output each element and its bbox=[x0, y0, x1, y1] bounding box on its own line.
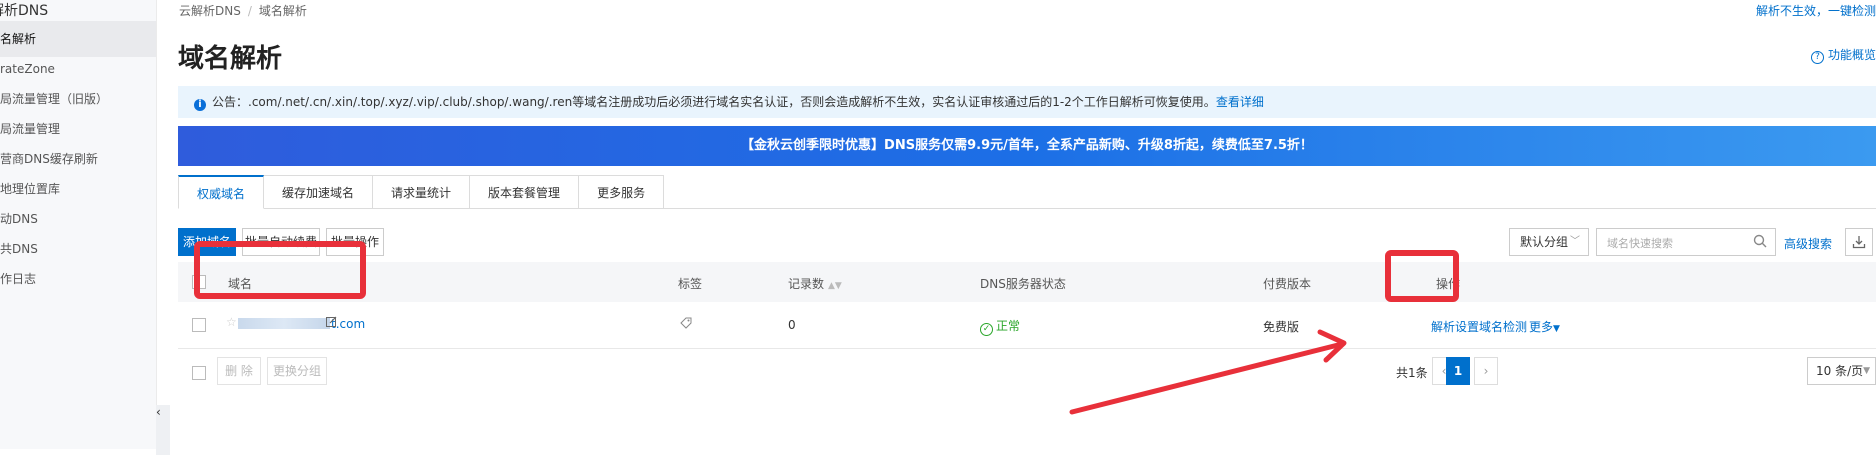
feature-overview-label: 功能概览 bbox=[1827, 48, 1876, 62]
annotation-box-resolve-settings bbox=[1385, 250, 1459, 302]
help-icon: ? bbox=[1810, 51, 1824, 64]
col-header-records[interactable]: 记录数 ▲▼ bbox=[788, 275, 842, 292]
row-checkbox[interactable] bbox=[192, 318, 206, 332]
breadcrumb: 云解析DNS / 域名解析 bbox=[179, 2, 307, 19]
domain-check-link[interactable]: 域名检测 bbox=[1479, 318, 1527, 335]
tag-icon[interactable] bbox=[680, 317, 692, 332]
info-icon: i bbox=[194, 99, 206, 111]
group-select[interactable]: 默认分组 ﹀ bbox=[1509, 228, 1589, 256]
tab-more-services[interactable]: 更多服务 bbox=[579, 175, 665, 209]
breadcrumb-current: 域名解析 bbox=[258, 4, 307, 18]
breadcrumb-separator: / bbox=[247, 4, 252, 18]
footer-select-all-checkbox[interactable] bbox=[192, 366, 206, 380]
paid-version: 免费版 bbox=[1263, 320, 1300, 334]
sidebar-item-label: 局流量管理 bbox=[0, 122, 61, 136]
domain-search-input[interactable] bbox=[1605, 230, 1749, 256]
annotation-box-domain bbox=[194, 241, 366, 299]
chevron-down-icon: ▼ bbox=[1863, 366, 1870, 376]
promo-banner[interactable]: 【金秋云创季限时优惠】DNS服务仅需9.9元/首年，全系产品新购、升级8折起，续… bbox=[178, 126, 1876, 166]
sidebar-item-label: 局流量管理（旧版） bbox=[0, 92, 109, 106]
table-header: 域名 标签 记录数 ▲▼ DNS服务器状态 付费版本 操作 bbox=[178, 262, 1876, 302]
notice-more-link[interactable]: 查看详细 bbox=[1216, 95, 1264, 109]
sidebar-item-label: 共DNS bbox=[0, 242, 38, 256]
col-header-tag: 标签 bbox=[678, 277, 703, 291]
more-actions-label: 更多 bbox=[1529, 320, 1554, 334]
sidebar-item-label: 地理位置库 bbox=[0, 182, 61, 196]
page-title: 域名解析 bbox=[178, 44, 283, 74]
resolve-check-link[interactable]: 解析不生效，一键检测 bbox=[1756, 2, 1876, 19]
sort-icon: ▲▼ bbox=[828, 281, 842, 291]
tab-cache-acceleration[interactable]: 缓存加速域名 bbox=[264, 175, 374, 209]
advanced-search-link[interactable]: 高级搜索 bbox=[1784, 235, 1832, 252]
tab-version-plan[interactable]: 版本套餐管理 bbox=[470, 175, 580, 209]
notice-bar: i 公告：.com/.net/.cn/.xin/.top/.xyz/.vip/.c… bbox=[178, 86, 1876, 118]
total-count: 共1条 bbox=[1396, 366, 1428, 380]
sidebar-item-label: rateZone bbox=[0, 62, 55, 76]
dns-status-label: 正常 bbox=[996, 319, 1021, 333]
tab-authoritative-domains[interactable]: 权威域名 bbox=[178, 175, 265, 209]
dns-status: ✓ 正常 bbox=[980, 317, 1020, 336]
sidebar-brand: 解析DNS bbox=[0, 3, 49, 19]
tab-request-stats[interactable]: 请求量统计 bbox=[373, 175, 471, 209]
sidebar-item-label: 作日志 bbox=[0, 272, 37, 286]
domain-search-box bbox=[1596, 228, 1776, 256]
star-icon[interactable]: ☆ bbox=[226, 315, 237, 329]
breadcrumb-root[interactable]: 云解析DNS bbox=[179, 4, 241, 18]
notice-text: 公告：.com/.net/.cn/.xin/.top/.xyz/.vip/.cl… bbox=[212, 95, 1216, 109]
group-select-value: 默认分组 bbox=[1520, 235, 1569, 249]
tab-bar: 权威域名 缓存加速域名 请求量统计 版本套餐管理 更多服务 bbox=[178, 175, 665, 209]
sidebar-item-label: 名解析 bbox=[0, 32, 37, 46]
main-content: 云解析DNS / 域名解析 解析不生效，一键检测 域名解析 ? 功能概览 i 公告：.c… bbox=[156, 0, 1876, 449]
page-1-button[interactable]: 1 bbox=[1446, 357, 1470, 385]
search-icon[interactable] bbox=[1753, 234, 1767, 248]
edit-domain-icon[interactable] bbox=[326, 316, 337, 330]
chevron-down-icon: ﹀ bbox=[1570, 236, 1580, 247]
feature-overview-link[interactable]: ? 功能概览 bbox=[1810, 46, 1876, 64]
page-size-select[interactable]: 10 条/页 ▼ bbox=[1807, 357, 1876, 385]
domain-name-link[interactable]: t.com bbox=[238, 317, 365, 331]
resolve-settings-link[interactable]: 解析设置 bbox=[1431, 318, 1479, 335]
sidebar-item-label: 营商DNS缓存刷新 bbox=[0, 152, 98, 166]
change-group-button[interactable]: 更换分组 bbox=[267, 357, 327, 385]
sidebar: 解析DNS 名解析 rateZone 局流量管理（旧版） 局流量管理 营商DNS… bbox=[0, 0, 157, 449]
download-icon bbox=[1852, 236, 1866, 249]
sidebar-item-operation-log[interactable]: 作日志 bbox=[0, 261, 156, 297]
chevron-right-icon: › bbox=[1483, 364, 1489, 378]
next-page-button[interactable]: › bbox=[1474, 357, 1498, 385]
delete-button[interactable]: 删 除 bbox=[217, 357, 261, 385]
redacted-domain bbox=[238, 318, 330, 329]
caret-down-icon: ▼ bbox=[1553, 324, 1560, 334]
page-size-value: 10 条/页 bbox=[1816, 364, 1864, 378]
table-row: ☆ t.com 0 ✓ 正常 免费版 解析设置 域名检测 更多▼ bbox=[178, 302, 1876, 349]
col-header-version: 付费版本 bbox=[1263, 277, 1312, 291]
more-actions-link[interactable]: 更多▼ bbox=[1529, 318, 1560, 335]
col-header-dns-status: DNS服务器状态 bbox=[980, 277, 1066, 291]
export-button[interactable] bbox=[1845, 228, 1873, 256]
check-circle-icon: ✓ bbox=[980, 323, 993, 336]
record-count: 0 bbox=[788, 318, 796, 332]
col-header-records-label: 记录数 bbox=[788, 277, 825, 291]
sidebar-item-label: 动DNS bbox=[0, 212, 38, 226]
